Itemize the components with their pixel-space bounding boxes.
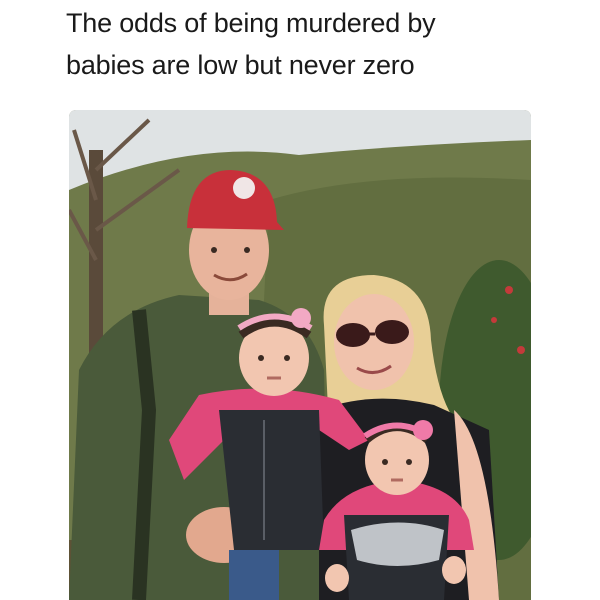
sunglasses-right — [375, 320, 409, 344]
caption-line-2: babies are low but never zero — [66, 50, 415, 80]
meme-caption: The odds of being murdered by babies are… — [66, 2, 546, 86]
baby-left-carrier — [219, 410, 324, 550]
meme-post: The odds of being murdered by babies are… — [0, 0, 600, 600]
sunglasses-left — [336, 323, 370, 347]
family-photo — [69, 110, 531, 600]
caption-line-1: The odds of being murdered by — [66, 8, 436, 38]
